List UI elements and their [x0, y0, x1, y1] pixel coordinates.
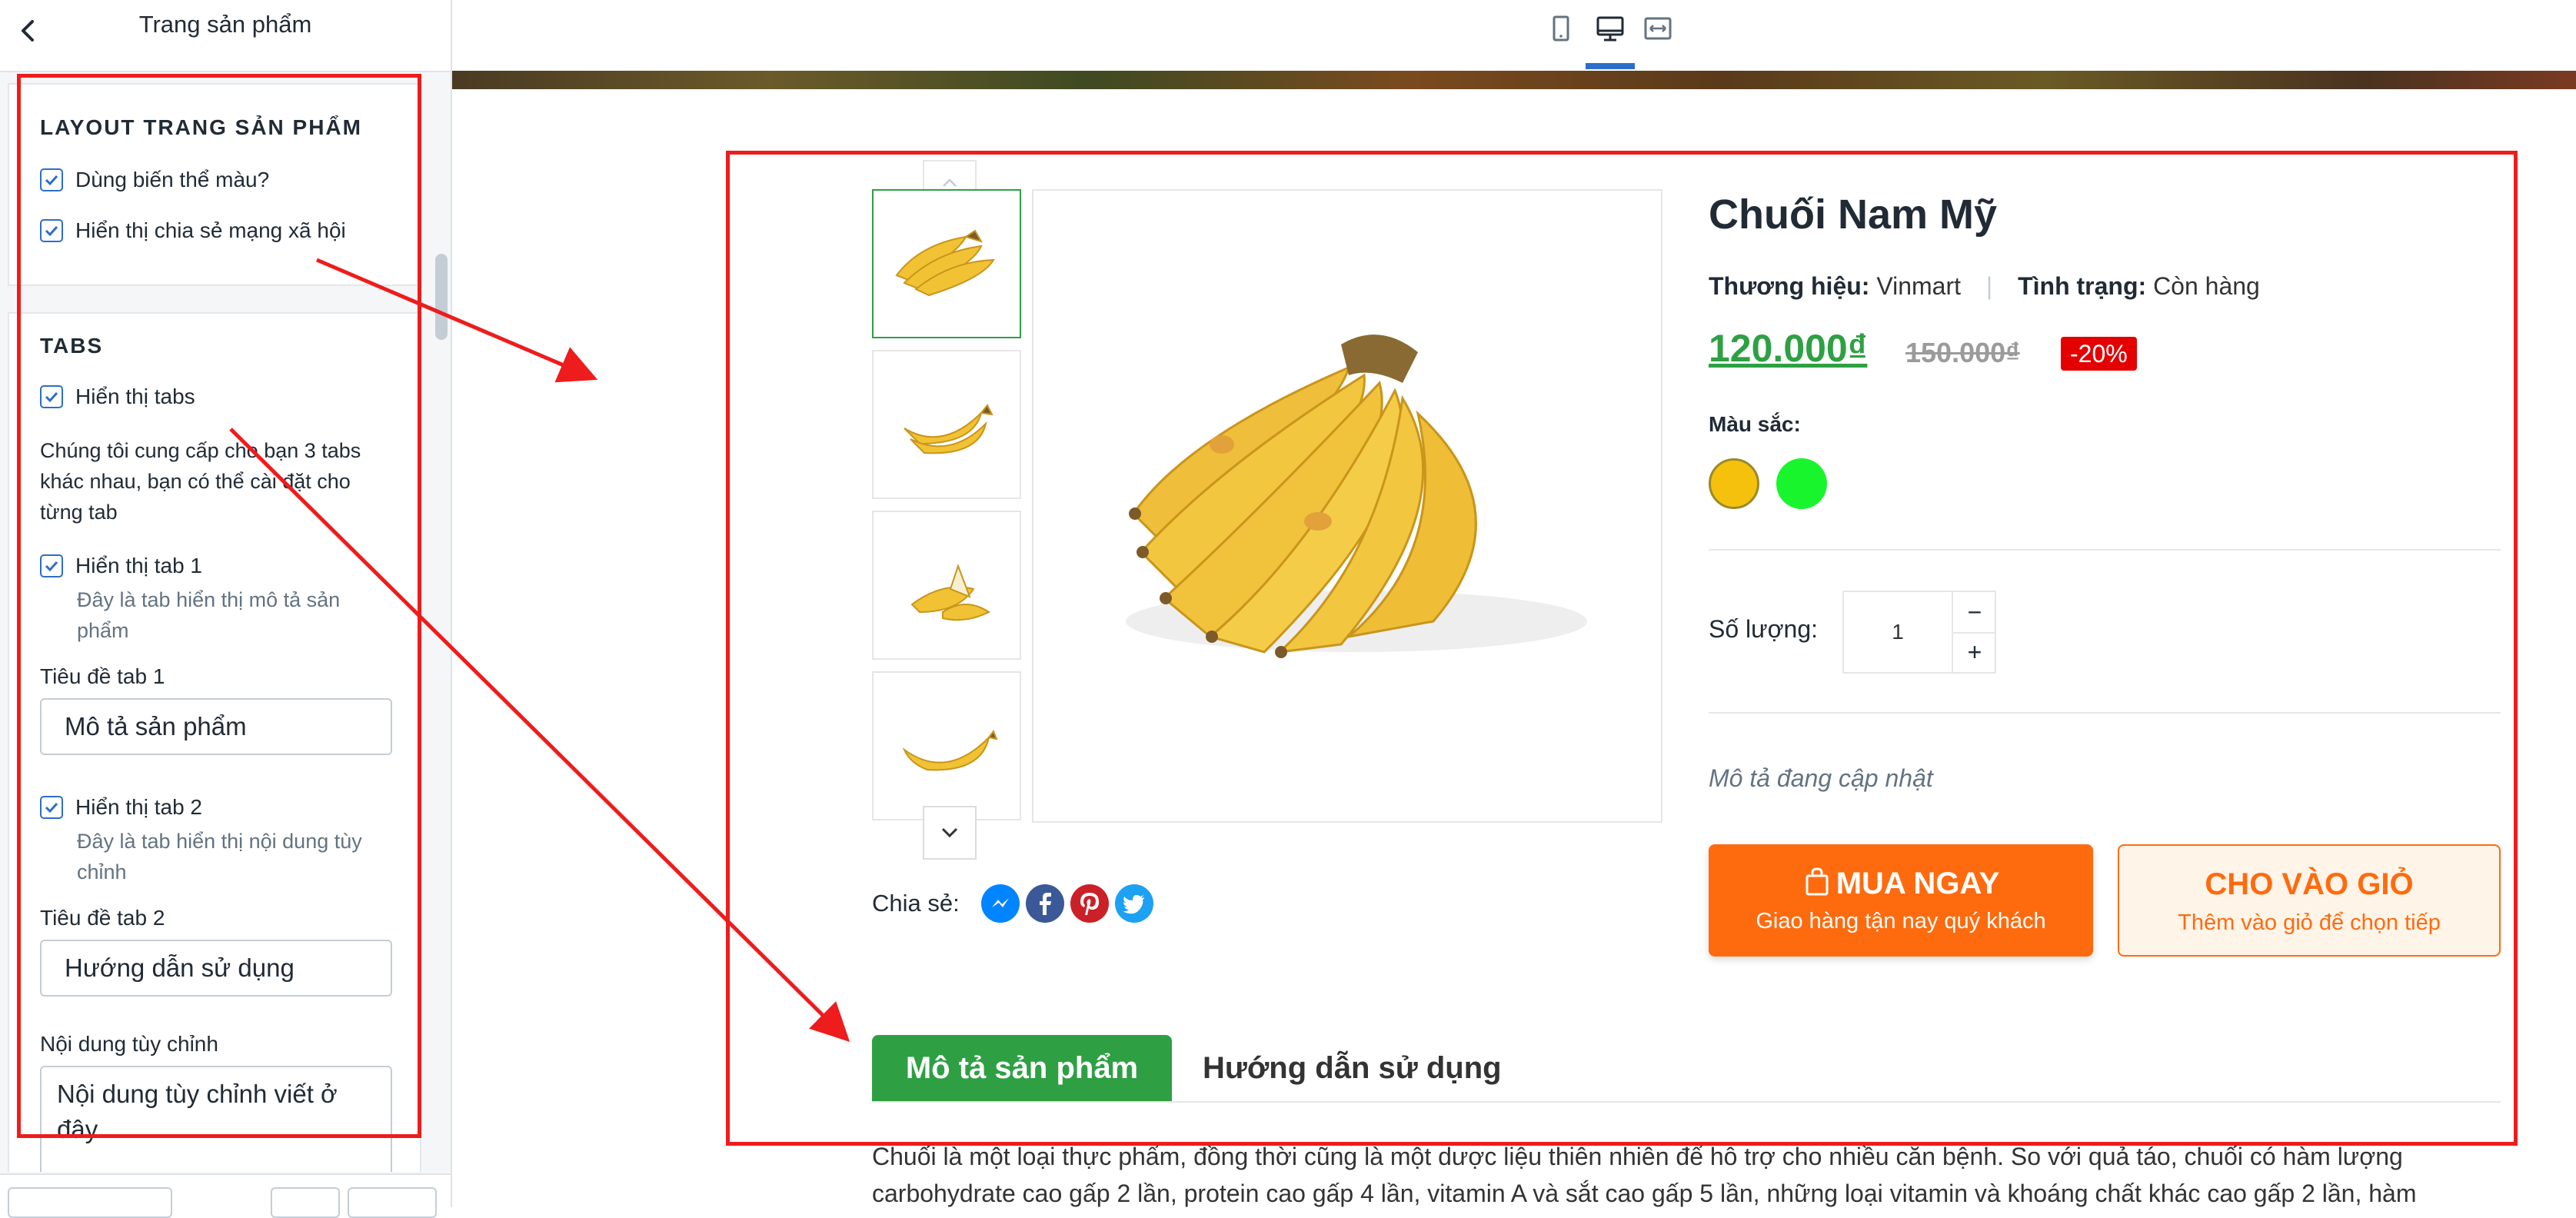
checkbox-label: Hiển thị tab 1: [75, 554, 202, 577]
checkbox-label: Hiển thị chia sẻ mạng xã hội: [75, 218, 346, 242]
tab-product-description[interactable]: Mô tả sản phẩm: [872, 1035, 1172, 1101]
desktop-icon[interactable]: [1593, 12, 1627, 46]
brand-label: Thương hiệu:: [1709, 272, 1870, 300]
section-layout: LAYOUT TRANG SẢN PHẨM Dùng biến thể màu?…: [8, 83, 421, 286]
gallery-thumbnail-1[interactable]: [872, 189, 1021, 338]
add-to-cart-subtext: Thêm vào giỏ để chọn tiếp: [2178, 910, 2441, 935]
facebook-icon[interactable]: [1025, 884, 1064, 923]
status-value: Còn hàng: [2153, 272, 2260, 300]
footer-button[interactable]: [348, 1187, 437, 1218]
gallery-thumbnail-4[interactable]: [872, 671, 1021, 820]
status-label: Tình trạng:: [2018, 272, 2147, 300]
footer-button[interactable]: [271, 1187, 340, 1218]
checkbox-show-tab2[interactable]: Hiển thị tab 2: [40, 795, 202, 820]
custom-content-label: Nội dung tùy chỉnh: [40, 1032, 218, 1056]
mobile-icon[interactable]: [1544, 12, 1578, 46]
pinterest-icon[interactable]: [1070, 884, 1109, 923]
color-swatch-yellow[interactable]: [1709, 458, 1759, 509]
tab2-help-text: Đây là tab hiển thị nội dung tùy chỉnh: [77, 830, 362, 884]
add-to-cart-button[interactable]: CHO VÀO GIỎ Thêm vào giỏ để chọn tiếp: [2118, 844, 2501, 957]
fullwidth-icon[interactable]: [1641, 12, 1675, 46]
checkbox-label: Hiển thị tabs: [75, 384, 195, 408]
tab2-title-label: Tiêu đề tab 2: [40, 906, 165, 930]
product-main-image[interactable]: [1032, 189, 1662, 823]
checkbox-label: Hiển thị tab 2: [75, 795, 202, 819]
messenger-icon[interactable]: [980, 884, 1020, 923]
checkbox-label: Dùng biến thể màu?: [75, 168, 270, 191]
tab-usage-guide[interactable]: Hướng dẫn sử dụng: [1203, 1035, 1502, 1101]
color-swatch-green[interactable]: [1776, 458, 1827, 509]
section-tabs-title: TABS: [40, 334, 104, 358]
tabs-description: Chúng tôi cung cấp cho bạn 3 tabs khác n…: [40, 439, 361, 524]
checkbox-checked-icon[interactable]: [40, 554, 63, 577]
custom-content-textarea[interactable]: Nội dung tùy chỉnh viết ở đây: [40, 1066, 392, 1172]
twitter-icon[interactable]: [1114, 884, 1153, 923]
tab1-title-label: Tiêu đề tab 1: [40, 664, 165, 688]
quantity-input[interactable]: 1: [1844, 592, 1952, 672]
discount-badge: -20%: [2061, 337, 2137, 371]
quantity-increase-button[interactable]: +: [1952, 632, 1996, 672]
meta-separator: |: [1985, 272, 1993, 300]
add-to-cart-label: CHO VÀO GIỎ: [2205, 867, 2414, 901]
settings-panel: Trang sản phẩm LAYOUT TRANG SẢN PHẨM Dùn…: [0, 0, 452, 1218]
buy-now-label: MUA NGAY: [1709, 866, 2093, 901]
panel-scrollbar[interactable]: [435, 254, 448, 340]
active-device-indicator: [1586, 63, 1635, 69]
quantity-stepper: 1 − +: [1842, 591, 1996, 674]
tab-content-text: Chuối là một loại thực phẩm, đồng thời c…: [872, 1143, 2417, 1207]
color-label: Màu sắc:: [1709, 412, 1801, 436]
product-title: Chuối Nam Mỹ: [1709, 191, 1998, 238]
tab-underline: [872, 1101, 2501, 1103]
gallery-thumbnail-2[interactable]: [872, 350, 1021, 499]
panel-title: Trang sản phẩm: [138, 11, 312, 38]
section-layout-title: LAYOUT TRANG SẢN PHẨM: [40, 115, 362, 139]
short-description: Mô tả đang cập nhật: [1709, 764, 1933, 792]
quantity-label: Số lượng:: [1709, 615, 1819, 643]
social-share: Chia sẻ:: [872, 884, 1153, 923]
buy-now-subtext: Giao hàng tận nay quý khách: [1756, 909, 2046, 933]
tab1-help-text: Đây là tab hiển thị mô tả sản phẩm: [77, 588, 341, 642]
checkbox-show-tabs[interactable]: Hiển thị tabs: [40, 384, 195, 409]
product-price: 120.000₫: [1709, 327, 1868, 370]
checkbox-checked-icon[interactable]: [40, 168, 63, 191]
checkbox-checked-icon[interactable]: [40, 796, 63, 819]
checkbox-use-color-variant[interactable]: Dùng biến thể màu?: [40, 168, 269, 192]
checkbox-checked-icon[interactable]: [40, 385, 63, 408]
footer-button[interactable]: [8, 1187, 172, 1218]
share-label: Chia sẻ:: [872, 890, 960, 917]
panel-scroll-area[interactable]: LAYOUT TRANG SẢN PHẨM Dùng biến thể màu?…: [0, 72, 451, 1172]
shopping-bag-icon: [1806, 867, 1829, 896]
gallery-down-arrow[interactable]: [923, 806, 977, 860]
tab1-title-input[interactable]: Mô tả sản phẩm: [40, 698, 392, 755]
product-old-price: 150.000₫: [1905, 337, 2020, 368]
checkbox-show-tab1[interactable]: Hiển thị tab 1: [40, 554, 202, 578]
checkbox-show-social-share[interactable]: Hiển thị chia sẻ mạng xã hội: [40, 218, 346, 243]
gallery-thumbnail-3[interactable]: [872, 511, 1021, 660]
buy-now-button[interactable]: MUA NGAY Giao hàng tận nay quý khách: [1709, 844, 2093, 957]
divider: [1709, 712, 2501, 714]
banner-image-strip: [452, 71, 2576, 89]
section-tabs: TABS Hiển thị tabs Chúng tôi cung cấp ch…: [8, 312, 421, 1172]
panel-header: Trang sản phẩm: [0, 0, 451, 72]
panel-footer: [0, 1173, 451, 1218]
tab2-title-input[interactable]: Hướng dẫn sử dụng: [40, 940, 392, 997]
buy-now-text: MUA NGAY: [1835, 867, 2000, 900]
preview-toolbar: [452, 0, 2576, 71]
quantity-decrease-button[interactable]: −: [1952, 592, 1996, 634]
product-meta: Thương hiệu: Vinmart | Tình trạng: Còn h…: [1709, 272, 2260, 301]
brand-value[interactable]: Vinmart: [1876, 272, 1961, 300]
checkbox-checked-icon[interactable]: [40, 219, 63, 242]
divider: [1709, 549, 2501, 551]
